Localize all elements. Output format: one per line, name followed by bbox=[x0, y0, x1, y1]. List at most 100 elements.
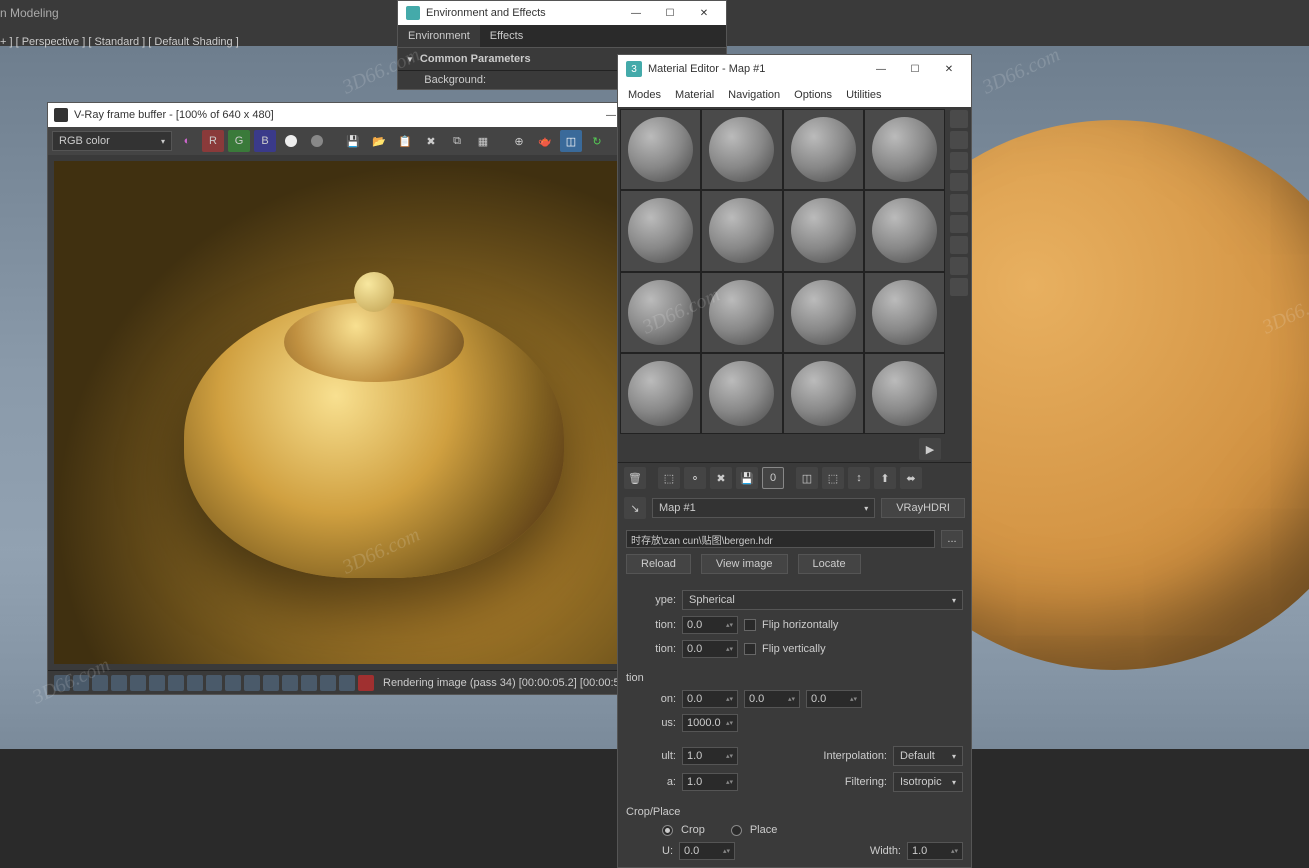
tab-effects[interactable]: Effects bbox=[480, 25, 533, 47]
save-icon[interactable]: 💾 bbox=[342, 130, 364, 152]
mat-close-button[interactable]: ✕ bbox=[935, 59, 963, 79]
go-forward-icon[interactable]: ⬌ bbox=[900, 467, 922, 489]
select-by-mat-icon[interactable] bbox=[950, 257, 968, 275]
sample-slot[interactable] bbox=[620, 353, 701, 434]
menu-modes[interactable]: Modes bbox=[628, 89, 661, 101]
link-pdp-icon[interactable]: ◫ bbox=[560, 130, 582, 152]
reset-icon[interactable]: ✖ bbox=[710, 467, 732, 489]
env-titlebar[interactable]: Environment and Effects — ☐ ✕ bbox=[398, 1, 726, 25]
duplicate-icon[interactable]: ⧉ bbox=[446, 130, 468, 152]
cc-icon[interactable] bbox=[54, 675, 70, 691]
mapping-dropdown[interactable]: Spherical bbox=[682, 590, 963, 610]
pick-icon[interactable]: ↘ bbox=[624, 497, 646, 519]
menu-material[interactable]: Material bbox=[675, 89, 714, 101]
refresh-icon[interactable]: ↻ bbox=[586, 130, 608, 152]
minimize-button[interactable]: — bbox=[622, 3, 650, 23]
viewport-label[interactable]: + ] [ Perspective ] [ Standard ] [ Defau… bbox=[0, 36, 239, 48]
locate-button[interactable]: Locate bbox=[798, 554, 861, 574]
maximize-button[interactable]: ☐ bbox=[656, 3, 684, 23]
uv-tiling-icon[interactable] bbox=[950, 173, 968, 191]
place-radio[interactable] bbox=[731, 825, 742, 836]
show-end-icon[interactable]: ↕ bbox=[848, 467, 870, 489]
copy-icon[interactable]: 💾 bbox=[736, 467, 758, 489]
icc-icon[interactable] bbox=[320, 675, 336, 691]
put-to-scene-icon[interactable]: ⬚ bbox=[658, 467, 680, 489]
sample-type-icon[interactable] bbox=[950, 110, 968, 128]
tab-environment[interactable]: Environment bbox=[398, 25, 480, 47]
render-last-icon[interactable]: 🫖 bbox=[534, 130, 556, 152]
hdri-path-field[interactable]: 时存放\zan cun\贴图\bergen.hdr bbox=[626, 530, 935, 548]
clipboard-icon[interactable]: 📋 bbox=[394, 130, 416, 152]
mat-maximize-button[interactable]: ☐ bbox=[901, 59, 929, 79]
sample-slot[interactable] bbox=[783, 190, 864, 271]
material-type-button[interactable]: VRayHDRI bbox=[881, 498, 965, 518]
u-spinner[interactable]: 0.0 bbox=[679, 842, 735, 860]
width-spinner[interactable]: 1.0 bbox=[907, 842, 963, 860]
render-output-image[interactable] bbox=[54, 161, 693, 664]
swap-channel-icon[interactable]: ◐ bbox=[176, 130, 198, 152]
stamp-icon[interactable] bbox=[187, 675, 203, 691]
region-icon[interactable]: ▦ bbox=[472, 130, 494, 152]
menu-utilities[interactable]: Utilities bbox=[846, 89, 881, 101]
pos-z-spinner[interactable]: 0.0 bbox=[806, 690, 862, 708]
filtering-dropdown[interactable]: Isotropic bbox=[893, 772, 963, 792]
red-channel-button[interactable]: R bbox=[202, 130, 224, 152]
h-icon[interactable] bbox=[301, 675, 317, 691]
menu-options[interactable]: Options bbox=[794, 89, 832, 101]
blue-channel-button[interactable]: B bbox=[254, 130, 276, 152]
pos-x-spinner[interactable]: 0.0 bbox=[682, 690, 738, 708]
preview-icon[interactable] bbox=[950, 215, 968, 233]
mat-minimize-button[interactable]: — bbox=[867, 59, 895, 79]
make-unique-icon[interactable]: 0 bbox=[762, 467, 784, 489]
go-parent-icon[interactable]: ⬆ bbox=[874, 467, 896, 489]
pixel-icon[interactable] bbox=[111, 675, 127, 691]
mat-titlebar[interactable]: 3 Material Editor - Map #1 — ☐ ✕ bbox=[618, 55, 971, 83]
multiplier-spinner[interactable]: 1.0 bbox=[682, 747, 738, 765]
levels-icon[interactable] bbox=[149, 675, 165, 691]
sample-slot[interactable] bbox=[783, 272, 864, 353]
options-icon[interactable] bbox=[950, 236, 968, 254]
ocio-icon[interactable] bbox=[282, 675, 298, 691]
video-check-icon[interactable] bbox=[950, 194, 968, 212]
info-icon[interactable] bbox=[92, 675, 108, 691]
crop-radio[interactable] bbox=[662, 825, 673, 836]
vert-rotation-spinner[interactable]: 0.0 bbox=[682, 640, 738, 658]
track-mouse-icon[interactable]: ⊕ bbox=[508, 130, 530, 152]
interpolation-dropdown[interactable]: Default bbox=[893, 746, 963, 766]
green-channel-button[interactable]: G bbox=[228, 130, 250, 152]
close-button[interactable]: ✕ bbox=[690, 3, 718, 23]
sample-slot[interactable] bbox=[701, 353, 782, 434]
background-icon[interactable] bbox=[950, 152, 968, 170]
material-name-field[interactable]: Map #1 bbox=[652, 498, 875, 518]
sample-slot[interactable] bbox=[783, 109, 864, 190]
flip-horiz-checkbox[interactable] bbox=[744, 619, 756, 631]
assign-icon[interactable]: ⚬ bbox=[684, 467, 706, 489]
sample-slot[interactable] bbox=[620, 109, 701, 190]
sample-slot[interactable] bbox=[783, 353, 864, 434]
compare-icon[interactable] bbox=[206, 675, 222, 691]
record-icon[interactable] bbox=[358, 675, 374, 691]
open-icon[interactable]: 📂 bbox=[368, 130, 390, 152]
vfb-titlebar[interactable]: V-Ray frame buffer - [100% of 640 x 480]… bbox=[48, 103, 699, 127]
mono-channel-button[interactable] bbox=[280, 130, 302, 152]
srgb-icon[interactable] bbox=[339, 675, 355, 691]
sample-slot[interactable] bbox=[620, 272, 701, 353]
scroll-right-icon[interactable]: ▶ bbox=[919, 438, 941, 460]
alpha-channel-button[interactable] bbox=[306, 130, 328, 152]
sample-slot[interactable] bbox=[864, 272, 945, 353]
sample-slot[interactable] bbox=[701, 272, 782, 353]
browse-button[interactable]: ... bbox=[941, 530, 963, 548]
hsl-icon[interactable] bbox=[130, 675, 146, 691]
lut-icon[interactable] bbox=[263, 675, 279, 691]
bg-icon[interactable] bbox=[244, 675, 260, 691]
sample-slot[interactable] bbox=[620, 190, 701, 271]
lens-icon[interactable] bbox=[225, 675, 241, 691]
put-library-icon[interactable]: ◫ bbox=[796, 467, 818, 489]
sample-slot[interactable] bbox=[864, 109, 945, 190]
layout-icon[interactable] bbox=[950, 278, 968, 296]
sample-slot[interactable] bbox=[701, 109, 782, 190]
curve-icon[interactable] bbox=[73, 675, 89, 691]
view-image-button[interactable]: View image bbox=[701, 554, 788, 574]
pos-y-spinner[interactable]: 0.0 bbox=[744, 690, 800, 708]
channel-dropdown[interactable]: RGB color bbox=[52, 131, 172, 151]
